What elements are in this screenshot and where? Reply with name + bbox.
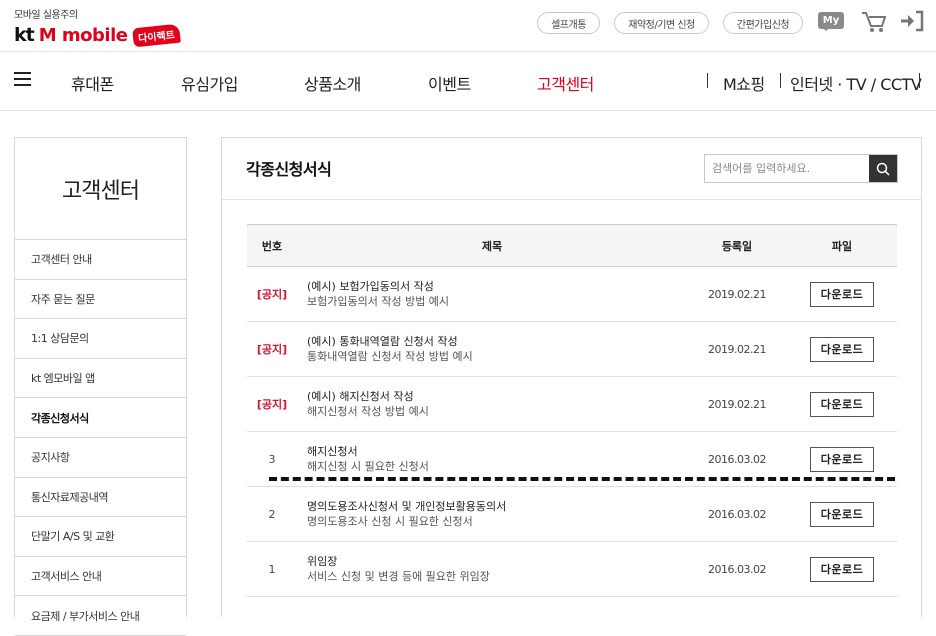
search-box xyxy=(704,154,898,183)
row-date: 2016.03.02 xyxy=(708,562,766,576)
nav-customer-center[interactable]: 고객센터 xyxy=(537,71,594,95)
nav-divider xyxy=(707,73,708,88)
kt-m-mobile-logo[interactable]: 모바일 실용주의 kt M mobile 다이렉트 xyxy=(14,6,182,47)
row-title[interactable]: 명의도용조사신청서 및 개인정보활용동의서 xyxy=(307,499,687,514)
global-navigation: 휴대폰 유심가입 상품소개 이벤트 고객센터 M쇼핑 인터넷 · TV / CC… xyxy=(0,52,936,111)
sidebar: 고객센터 고객센터 안내 자주 묻는 질문 1:1 상담문의 kt 엠모바일 앱… xyxy=(14,137,187,636)
top-bar: 모바일 실용주의 kt M mobile 다이렉트 셀프개통 재약정/기변 신청… xyxy=(0,0,936,52)
row-title[interactable]: (예시) 보험가입동의서 작성 xyxy=(307,279,687,294)
sidebar-item-data-provision[interactable]: 통신자료제공내역 xyxy=(15,478,186,518)
nav-divider xyxy=(780,73,781,88)
row-number: [공지] xyxy=(256,398,288,411)
download-button[interactable]: 다운로드 xyxy=(810,281,874,307)
row-title-cell: 명의도용조사신청서 및 개인정보활용동의서 명의도용조사 신청 시 필요한 신청… xyxy=(297,487,687,542)
logo-m-mobile: M mobile xyxy=(38,24,128,46)
sidebar-item-forms[interactable]: 각종신청서식 xyxy=(15,398,186,438)
main-content: 각종신청서식 번호 제목 등록일 파일 [공지] (예시) 보험가입동의서 작성… xyxy=(221,137,922,617)
row-number: [공지] xyxy=(256,288,288,301)
row-description: 명의도용조사 신청 시 필요한 신청서 xyxy=(307,515,473,528)
row-title-cell: (예시) 통화내역열람 신청서 작성 통화내역열람 신청서 작성 방법 예시 xyxy=(297,322,687,377)
row-description: 서비스 신청 및 변경 등에 필요한 위임장 xyxy=(307,570,490,583)
row-title[interactable]: 해지신청서 xyxy=(307,444,687,459)
sidebar-item-plans[interactable]: 요금제 / 부가서비스 안내 xyxy=(15,596,186,636)
logout-icon[interactable] xyxy=(900,10,924,32)
logo-kt: kt xyxy=(14,24,35,46)
cart-icon[interactable] xyxy=(860,10,887,34)
search-button[interactable] xyxy=(869,155,897,182)
sidebar-item-faq[interactable]: 자주 묻는 질문 xyxy=(15,280,186,320)
page-title: 각종신청서식 xyxy=(246,160,332,179)
column-header-date: 등록일 xyxy=(721,239,753,253)
row-date: 2016.03.02 xyxy=(708,507,766,521)
row-description: 해지신청서 작성 방법 예시 xyxy=(307,405,429,418)
table-row: [공지] (예시) 보험가입동의서 작성 보험가입동의서 작성 방법 예시 20… xyxy=(247,267,897,322)
nav-internet-tv[interactable]: 인터넷 · TV / CCTV xyxy=(790,71,922,95)
sidebar-item-device-as[interactable]: 단말기 A/S 및 교환 xyxy=(15,517,186,557)
column-header-file: 파일 xyxy=(831,239,853,253)
nav-phone[interactable]: 휴대폰 xyxy=(71,71,114,95)
row-number: [공지] xyxy=(256,343,288,356)
table-row: [공지] (예시) 해지신청서 작성 해지신청서 작성 방법 예시 2019.0… xyxy=(247,377,897,432)
row-file-cell: 다운로드 xyxy=(787,322,897,377)
row-title[interactable]: (예시) 해지신청서 작성 xyxy=(307,389,687,404)
row-description: 통화내역열람 신청서 작성 방법 예시 xyxy=(307,350,473,363)
row-description: 해지신청 시 필요한 신청서 xyxy=(307,460,429,473)
forms-table: 번호 제목 등록일 파일 [공지] (예시) 보험가입동의서 작성 보험가입동의… xyxy=(247,224,897,597)
download-button[interactable]: 다운로드 xyxy=(810,391,874,417)
column-header-number: 번호 xyxy=(261,239,283,253)
my-page-icon[interactable]: My xyxy=(818,12,844,31)
download-button[interactable]: 다운로드 xyxy=(810,501,874,527)
download-button[interactable]: 다운로드 xyxy=(810,336,874,362)
sidebar-item-center-guide[interactable]: 고객센터 안내 xyxy=(15,240,186,280)
row-file-cell: 다운로드 xyxy=(787,542,897,597)
logo-direct-badge: 다이렉트 xyxy=(132,23,182,47)
recontract-button[interactable]: 재약정/기변 신청 xyxy=(614,12,709,34)
nav-events[interactable]: 이벤트 xyxy=(428,71,471,95)
table-row: 1 위임장 서비스 신청 및 변경 등에 필요한 위임장 2016.03.02 … xyxy=(247,542,897,597)
nav-products[interactable]: 상품소개 xyxy=(304,71,361,95)
search-icon xyxy=(876,162,890,176)
row-file-cell: 다운로드 xyxy=(787,487,897,542)
row-file-cell: 다운로드 xyxy=(787,377,897,432)
row-title-cell: (예시) 보험가입동의서 작성 보험가입동의서 작성 방법 예시 xyxy=(297,267,687,322)
content-header: 각종신청서식 xyxy=(222,138,921,200)
download-button[interactable]: 다운로드 xyxy=(810,556,874,582)
row-title[interactable]: (예시) 통화내역열람 신청서 작성 xyxy=(307,334,687,349)
row-number: 1 xyxy=(268,562,276,576)
nav-divider xyxy=(919,73,920,88)
easy-signup-button[interactable]: 간편가입신청 xyxy=(723,12,803,34)
dashed-separator xyxy=(269,477,895,481)
row-date: 2019.02.21 xyxy=(708,342,766,356)
row-title[interactable]: 위임장 xyxy=(307,554,687,569)
search-input[interactable] xyxy=(705,155,869,182)
self-activation-button[interactable]: 셀프개통 xyxy=(537,12,600,34)
sidebar-item-inquiry[interactable]: 1:1 상담문의 xyxy=(15,319,186,359)
column-header-title: 제목 xyxy=(481,239,503,253)
sidebar-item-service-guide[interactable]: 고객서비스 안내 xyxy=(15,557,186,597)
menu-icon[interactable] xyxy=(14,72,31,86)
nav-usim[interactable]: 유심가입 xyxy=(181,71,238,95)
row-title-cell: 위임장 서비스 신청 및 변경 등에 필요한 위임장 xyxy=(297,542,687,597)
table-row: 2 명의도용조사신청서 및 개인정보활용동의서 명의도용조사 신청 시 필요한 … xyxy=(247,487,897,542)
row-title-cell: (예시) 해지신청서 작성 해지신청서 작성 방법 예시 xyxy=(297,377,687,432)
row-date: 2019.02.21 xyxy=(708,397,766,411)
sidebar-title: 고객센터 xyxy=(15,138,186,240)
table-row: [공지] (예시) 통화내역열람 신청서 작성 통화내역열람 신청서 작성 방법… xyxy=(247,322,897,377)
logo-tagline: 모바일 실용주의 xyxy=(14,10,78,21)
sidebar-item-notices[interactable]: 공지사항 xyxy=(15,438,186,478)
row-file-cell: 다운로드 xyxy=(787,267,897,322)
nav-m-shopping[interactable]: M쇼핑 xyxy=(723,71,765,95)
row-date: 2019.02.21 xyxy=(708,287,766,301)
logo-brand: kt M mobile 다이렉트 xyxy=(14,23,182,47)
row-number: 2 xyxy=(268,507,276,521)
sidebar-item-app[interactable]: kt 엠모바일 앱 xyxy=(15,359,186,399)
table-header: 번호 제목 등록일 파일 xyxy=(247,224,897,267)
row-description: 보험가입동의서 작성 방법 예시 xyxy=(307,295,450,308)
download-button[interactable]: 다운로드 xyxy=(810,446,874,472)
